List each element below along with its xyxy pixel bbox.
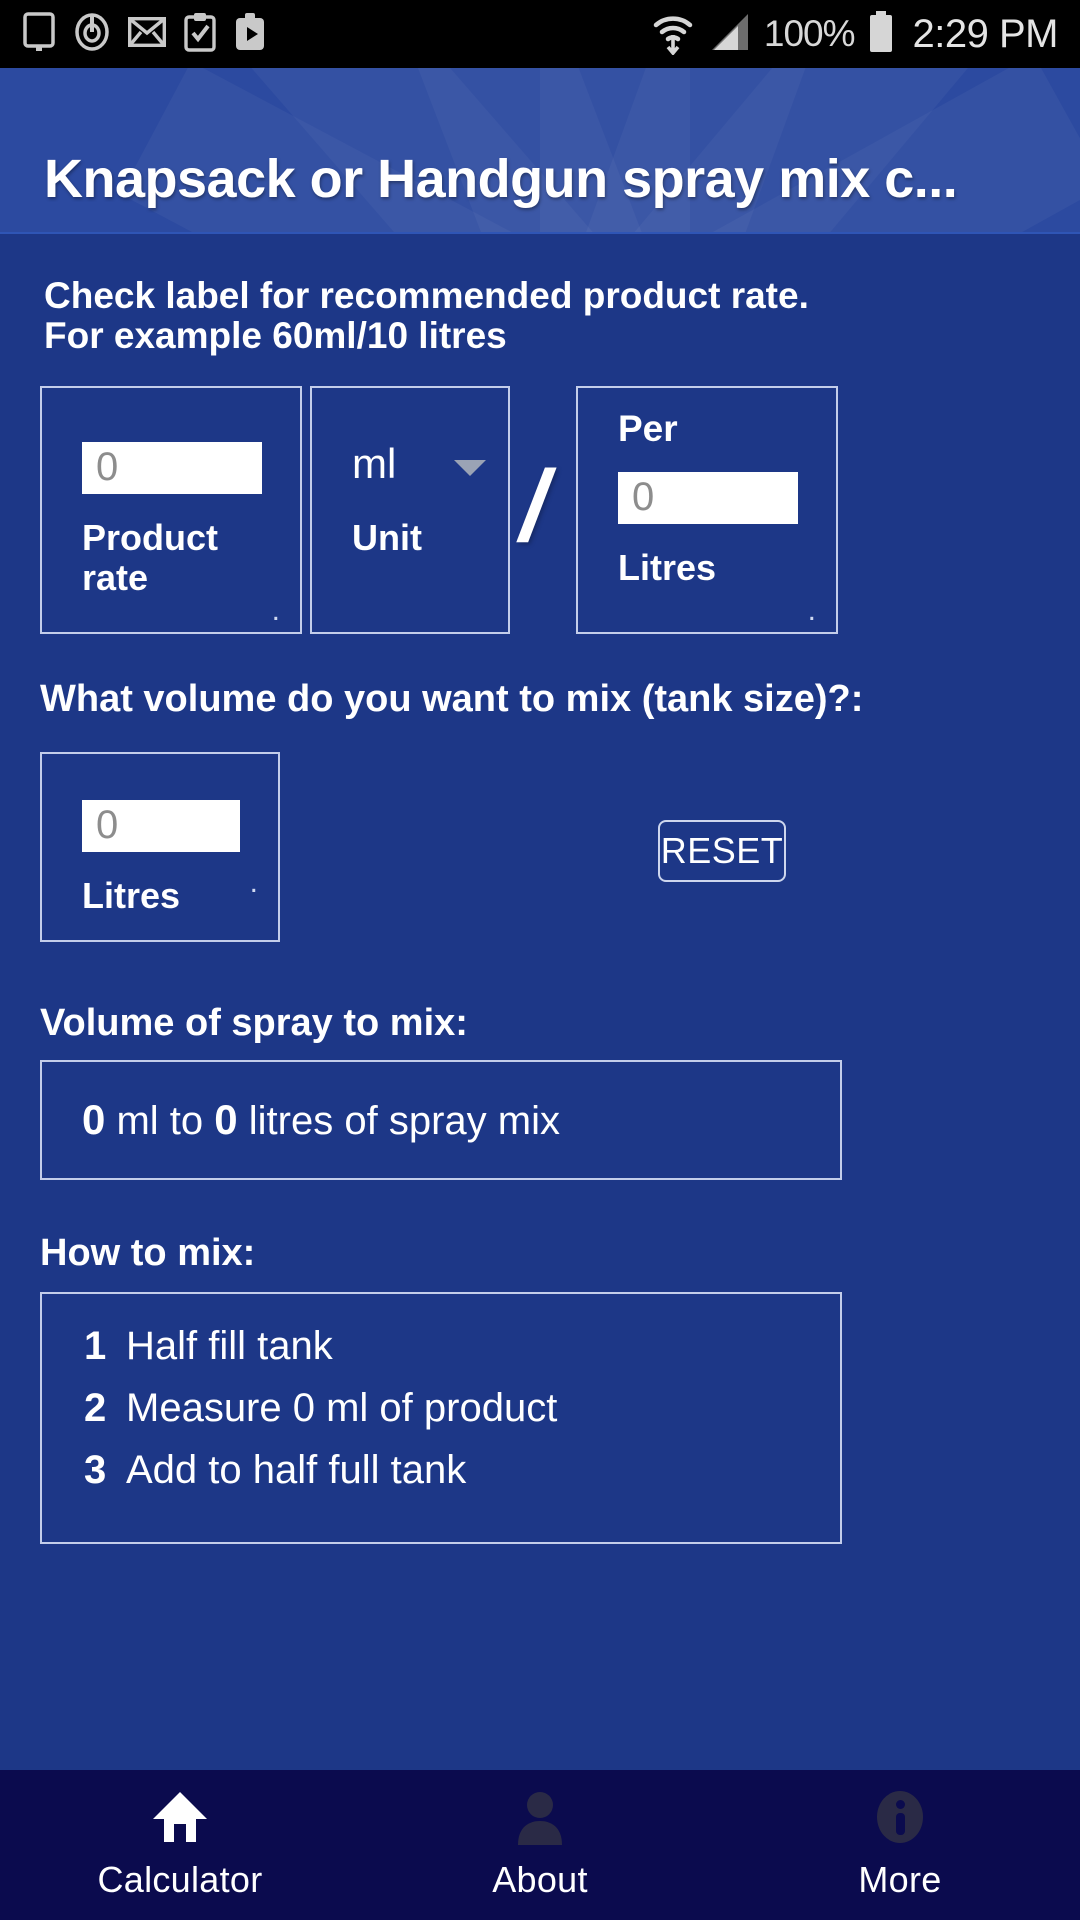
tank-size-question: What volume do you want to mix (tank siz… [40,678,864,720]
app-screen: 100% 2:29 PM Knapsack or Handgun spray m… [0,0,1080,1920]
per-heading: Per [618,408,678,449]
bottom-navigation-bar: Calculator About More [0,1770,1080,1920]
nav-item-calculator[interactable]: Calculator [0,1770,360,1920]
person-icon[interactable] [513,1789,567,1845]
step-text: Half fill tank [126,1324,333,1368]
battery-full-icon [867,10,895,59]
how-to-mix-box: 1 Half fill tank 2 Measure 0 ml of produ… [40,1292,842,1544]
mail-icon [128,16,166,52]
step-number: 3 [84,1448,107,1492]
tank-size-input[interactable] [82,800,240,852]
tank-size-dot: . [249,866,258,899]
step-text: Add to half full tank [126,1448,467,1492]
nav-item-more[interactable]: More [720,1770,1080,1920]
step-number: 1 [84,1324,107,1368]
reset-button[interactable]: RESET [658,820,786,882]
main-content: Check label for recommended product rate… [0,234,1080,1684]
nav-label-about[interactable]: About [492,1859,588,1901]
nav-label-calculator[interactable]: Calculator [97,1859,262,1901]
unit-label: Unit [352,517,422,558]
tank-size-box: Litres . [40,752,280,942]
unit-box[interactable]: ml Unit [310,386,510,634]
tank-size-label: Litres [82,875,181,916]
list-item: 3 Add to half full tank [42,1450,840,1490]
info-icon[interactable] [872,1789,928,1845]
unit-selected-value[interactable]: ml [352,440,396,488]
step-text: Measure 0 ml of product [126,1386,558,1430]
list-item: 2 Measure 0 ml of product [42,1388,840,1428]
result-amount-unit: ml to [116,1099,204,1143]
status-bar: 100% 2:29 PM [0,0,1080,68]
step-number: 2 [84,1386,107,1430]
status-bar-left-icons [22,11,266,57]
rate-hint-text: Check label for recommended product rate… [44,276,1004,356]
result-amount: 0 [82,1096,106,1143]
list-item: 1 Half fill tank [42,1326,840,1366]
app-title-bar: Knapsack or Handgun spray mix c... [0,68,1080,234]
per-litres-input[interactable] [618,472,798,524]
status-bar-right-icons: 100% 2:29 PM [650,9,1059,60]
play-store-icon [234,12,266,57]
per-litres-box: Per Litres . [576,386,838,634]
cell-signal-icon [708,10,752,59]
cast-screen-icon [22,11,56,57]
product-rate-input[interactable] [82,442,262,494]
page-title: Knapsack or Handgun spray mix c... [44,149,958,209]
product-rate-label: Product rate [82,517,219,598]
result-text: 0 ml to 0 litres of spray mix [42,1096,560,1144]
clipboard-check-icon [184,12,216,57]
rate-hint-line-1: Check label for recommended product rate… [44,275,809,316]
result-box: 0 ml to 0 litres of spray mix [40,1060,842,1180]
nav-label-more[interactable]: More [858,1859,941,1901]
volume-section-label: Volume of spray to mix: [40,1002,468,1044]
home-icon[interactable] [150,1789,210,1845]
product-rate-dot: . [271,594,280,627]
nav-item-about[interactable]: About [360,1770,720,1920]
result-tail: litres of spray mix [248,1099,560,1143]
wifi-transfer-icon [650,9,696,60]
power-circle-icon [74,12,110,57]
divider-slash: / [520,450,548,562]
product-rate-box: Product rate . [40,386,302,634]
status-bar-clock: 2:29 PM [912,11,1059,56]
battery-percent: 100% [763,13,856,54]
per-litres-label: Litres [618,547,717,588]
chevron-down-icon[interactable] [454,460,486,476]
rate-hint-line-2: For example 60ml/10 litres [44,314,507,356]
result-tank-amount: 0 [214,1096,238,1143]
per-litres-dot: . [807,594,816,627]
how-to-mix-label: How to mix: [40,1232,256,1274]
